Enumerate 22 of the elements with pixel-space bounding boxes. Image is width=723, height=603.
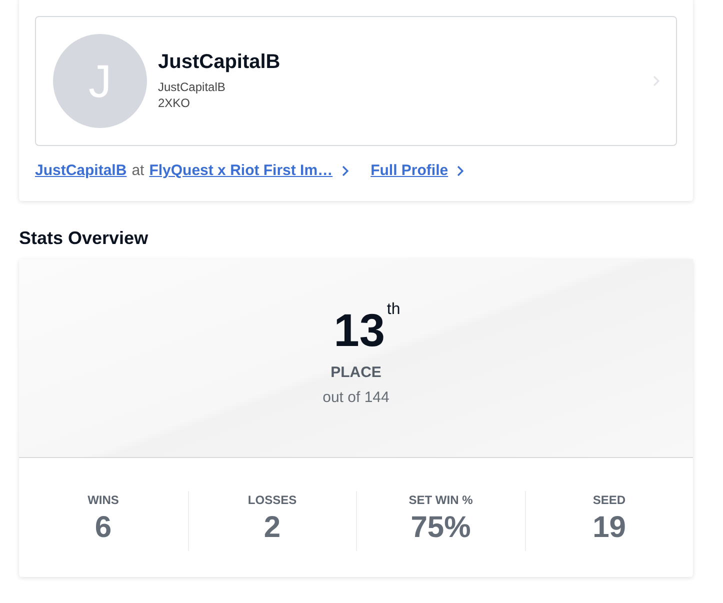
stat-label: LOSSES [246,493,298,507]
player-link[interactable]: JustCapitalB [35,162,127,179]
chevron-right-icon [456,164,464,176]
player-handle: JustCapitalB [158,79,226,95]
placement-total: out of 144 [322,389,390,408]
game-name: 2XKO [158,95,192,111]
stat-label: SEED [592,493,627,507]
stat-value: 19 [592,511,627,545]
stat-value: 75% [410,511,472,545]
event-link[interactable]: FlyQuest x Riot First Im… [149,162,333,179]
section-heading: Stats Overview [19,228,150,249]
stat-value: 6 [94,511,113,545]
stat-value: 2 [262,511,282,545]
chevron-right-icon [652,75,660,87]
chevron-right-icon [340,164,349,176]
placement-label: PLACE [330,364,382,382]
full-profile-link[interactable]: Full Profile [370,162,448,179]
joiner-text: at [132,162,144,179]
placement-number: 13$^{th}$ [332,304,400,356]
stat-label: SET WIN % [408,493,474,507]
stat-label: WINS [86,493,120,507]
player-name: JustCapitalB [158,51,282,74]
